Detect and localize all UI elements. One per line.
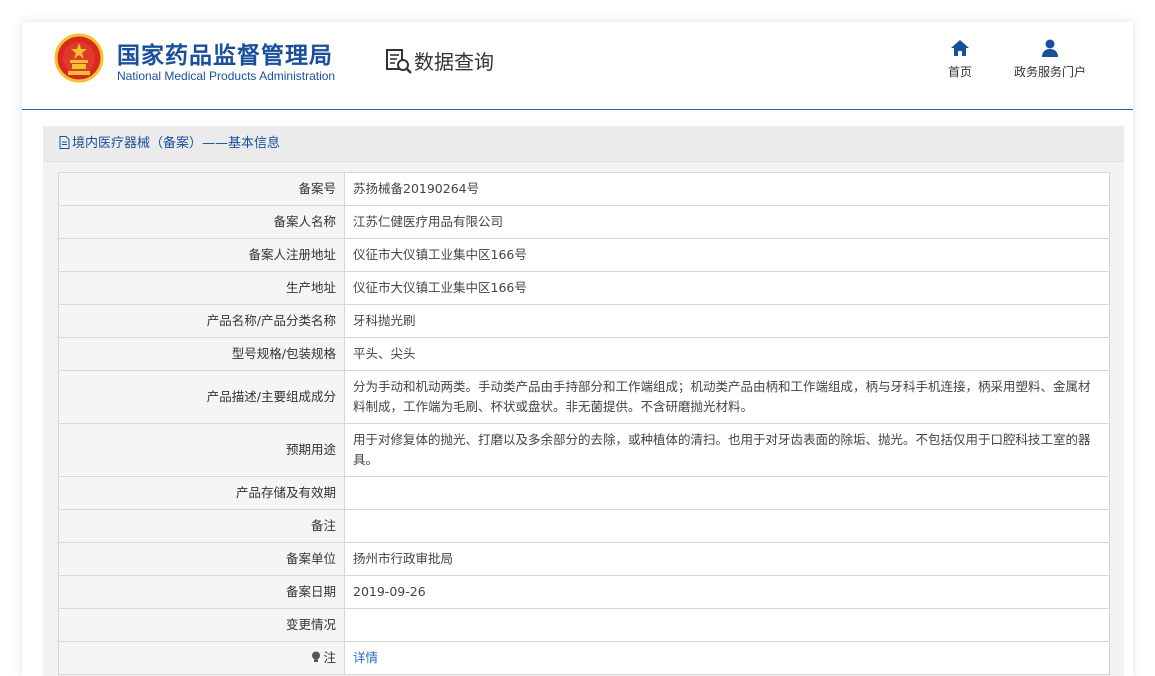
section-title: 数据查询 — [414, 50, 494, 74]
site-header: 国家药品监督管理局 National Medical Products Admi… — [22, 22, 1133, 110]
table-row: 产品名称/产品分类名称 牙科抛光刷 — [58, 304, 1110, 338]
field-value: 扬州市行政审批局 — [344, 542, 1110, 576]
field-label: 备案人注册地址 — [58, 238, 345, 272]
table-row: 备案日期 2019-09-26 — [58, 575, 1110, 609]
record-panel: 境内医疗器械（备案）——基本信息 备案号 苏扬械备20190264号 备案人名称… — [43, 126, 1124, 676]
field-label: 产品描述/主要组成成分 — [58, 370, 345, 424]
field-label: 备案人名称 — [58, 205, 345, 239]
page-shell: 国家药品监督管理局 National Medical Products Admi… — [22, 22, 1133, 676]
table-row: 注 详情 — [58, 641, 1110, 675]
field-label: 型号规格/包装规格 — [58, 337, 345, 371]
field-label: 产品名称/产品分类名称 — [58, 304, 345, 338]
data-query-icon — [386, 49, 412, 74]
field-value: 分为手动和机动两类。手动类产品由手持部分和工作端组成；机动类产品由柄和工作端组成… — [344, 370, 1110, 424]
org-name-cn: 国家药品监督管理局 — [117, 43, 333, 69]
detail-link[interactable]: 详情 — [353, 650, 378, 665]
table-row: 产品存储及有效期 — [58, 476, 1110, 510]
table-row: 预期用途 用于对修复体的抛光、打磨以及多余部分的去除，或种植体的清扫。也用于对牙… — [58, 423, 1110, 477]
field-value: 江苏仁健医疗用品有限公司 — [344, 205, 1110, 239]
national-emblem-icon — [54, 33, 104, 83]
panel-title: 境内医疗器械（备案）——基本信息 — [43, 126, 1124, 162]
field-label: 预期用途 — [58, 423, 345, 477]
field-value — [344, 476, 1110, 510]
field-label-note: 注 — [58, 641, 345, 675]
field-label: 备案号 — [58, 172, 345, 206]
field-value: 仪征市大仪镇工业集中区166号 — [344, 271, 1110, 305]
bulb-icon — [312, 651, 321, 662]
field-label: 备案日期 — [58, 575, 345, 609]
field-value — [344, 509, 1110, 543]
field-label: 生产地址 — [58, 271, 345, 305]
table-row: 备案号 苏扬械备20190264号 — [58, 172, 1110, 206]
nav-service-portal-label: 政务服务门户 — [1013, 65, 1086, 79]
field-label: 产品存储及有效期 — [58, 476, 345, 510]
field-label-text: 注 — [323, 650, 336, 665]
field-value: 平头、尖头 — [344, 337, 1110, 371]
field-value: 仪征市大仪镇工业集中区166号 — [344, 238, 1110, 272]
field-value: 2019-09-26 — [344, 575, 1110, 609]
home-icon — [951, 40, 969, 56]
org-name-en: National Medical Products Administration — [117, 69, 336, 83]
table-row: 备注 — [58, 509, 1110, 543]
record-info-table: 备案号 苏扬械备20190264号 备案人名称 江苏仁健医疗用品有限公司 备案人… — [58, 172, 1110, 675]
table-row: 备案人名称 江苏仁健医疗用品有限公司 — [58, 205, 1110, 239]
field-value: 牙科抛光刷 — [344, 304, 1110, 338]
field-label: 备案单位 — [58, 542, 345, 576]
table-row: 产品描述/主要组成成分 分为手动和机动两类。手动类产品由手持部分和工作端组成；机… — [58, 370, 1110, 424]
nav-service-portal[interactable]: 政务服务门户 — [1006, 38, 1094, 80]
field-label: 变更情况 — [58, 608, 345, 642]
table-row: 备案人注册地址 仪征市大仪镇工业集中区166号 — [58, 238, 1110, 272]
table-row: 变更情况 — [58, 608, 1110, 642]
panel-title-text: 境内医疗器械（备案）——基本信息 — [72, 136, 281, 151]
field-value — [344, 608, 1110, 642]
field-value: 详情 — [344, 641, 1110, 675]
table-row: 生产地址 仪征市大仪镇工业集中区166号 — [58, 271, 1110, 305]
document-icon — [59, 136, 70, 149]
nav-home-label: 首页 — [947, 65, 972, 79]
field-value: 用于对修复体的抛光、打磨以及多余部分的去除，或种植体的清扫。也用于对牙齿表面的除… — [344, 423, 1110, 477]
nav-home[interactable]: 首页 — [942, 38, 978, 80]
table-row: 型号规格/包装规格 平头、尖头 — [58, 337, 1110, 371]
field-label: 备注 — [58, 509, 345, 543]
user-icon — [1042, 39, 1058, 57]
table-row: 备案单位 扬州市行政审批局 — [58, 542, 1110, 576]
field-value: 苏扬械备20190264号 — [344, 172, 1110, 206]
